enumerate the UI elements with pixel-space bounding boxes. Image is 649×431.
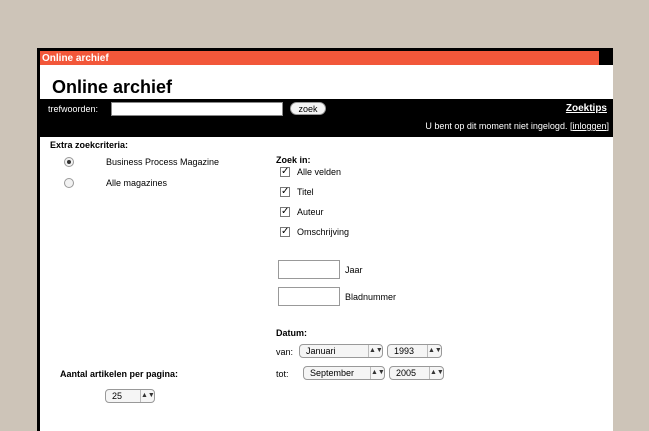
bladnummer-input[interactable] xyxy=(278,287,340,306)
extra-criteria-title: Extra zoekcriteria: xyxy=(50,140,129,150)
tot-year-select[interactable]: 2005 ▲▼ xyxy=(389,366,444,380)
search-tips-link[interactable]: Zoektips xyxy=(566,103,607,114)
updown-arrow-icon: ▲▼ xyxy=(370,367,385,379)
archive-panel: Online archief Online archief trefwoorde… xyxy=(40,51,613,431)
search-bar: trefwoorden: zoek Zoektips U bent op dit… xyxy=(40,99,613,137)
search-label: trefwoorden: xyxy=(48,104,99,114)
checkbox-label-titel: Titel xyxy=(297,187,314,197)
login-status-close: ] xyxy=(606,121,609,131)
per-page-value: 25 xyxy=(112,391,123,401)
checkbox-label-auteur: Auteur xyxy=(297,207,324,217)
tot-month-select[interactable]: September ▲▼ xyxy=(303,366,385,380)
checkmark-icon: ✓ xyxy=(281,226,290,237)
radio-label-alle-magazines: Alle magazines xyxy=(106,178,168,188)
checkmark-icon: ✓ xyxy=(281,206,290,217)
updown-arrow-icon: ▲▼ xyxy=(427,345,442,357)
tot-year-value: 2005 xyxy=(396,368,417,378)
van-month-value: Januari xyxy=(306,346,336,356)
checkbox-alle-velden[interactable]: ✓ xyxy=(280,167,290,177)
per-page-select[interactable]: 25 ▲▼ xyxy=(105,389,155,403)
updown-arrow-icon: ▲▼ xyxy=(140,390,155,402)
window-titlebar: Online archief xyxy=(40,51,613,65)
bladnummer-label: Bladnummer xyxy=(345,292,397,302)
checkmark-icon: ✓ xyxy=(281,166,290,177)
jaar-label: Jaar xyxy=(345,265,363,275)
checkbox-omschrijving[interactable]: ✓ xyxy=(280,227,290,237)
login-status-text: U bent op dit moment niet ingelogd. [ xyxy=(425,121,573,131)
van-year-select[interactable]: 1993 ▲▼ xyxy=(387,344,442,358)
search-button[interactable]: zoek xyxy=(290,102,326,115)
per-page-title: Aantal artikelen per pagina: xyxy=(60,369,179,379)
titlebar-corner xyxy=(599,51,613,65)
datum-title: Datum: xyxy=(276,328,307,338)
van-month-select[interactable]: Januari ▲▼ xyxy=(299,344,383,358)
jaar-input[interactable] xyxy=(278,260,340,279)
radio-business-process-magazine[interactable] xyxy=(64,157,74,167)
radio-label-business-process-magazine: Business Process Magazine xyxy=(106,157,220,167)
search-input[interactable] xyxy=(111,102,283,116)
tot-month-value: September xyxy=(310,368,355,378)
login-status: U bent op dit moment niet ingelogd. [inl… xyxy=(425,121,609,131)
updown-arrow-icon: ▲▼ xyxy=(368,345,383,357)
window-title: Online archief xyxy=(42,52,109,64)
checkbox-label-omschrijving: Omschrijving xyxy=(297,227,350,237)
page-title: Online archief xyxy=(52,77,173,97)
van-year-value: 1993 xyxy=(394,346,415,356)
zoek-in-title: Zoek in: xyxy=(276,155,311,165)
checkmark-icon: ✓ xyxy=(281,186,290,197)
login-link[interactable]: inloggen xyxy=(572,121,606,131)
checkbox-titel[interactable]: ✓ xyxy=(280,187,290,197)
van-label: van: xyxy=(276,347,294,357)
checkbox-label-alle-velden: Alle velden xyxy=(297,167,342,177)
tot-label: tot: xyxy=(276,369,289,379)
checkbox-auteur[interactable]: ✓ xyxy=(280,207,290,217)
updown-arrow-icon: ▲▼ xyxy=(429,367,444,379)
radio-alle-magazines[interactable] xyxy=(64,178,74,188)
